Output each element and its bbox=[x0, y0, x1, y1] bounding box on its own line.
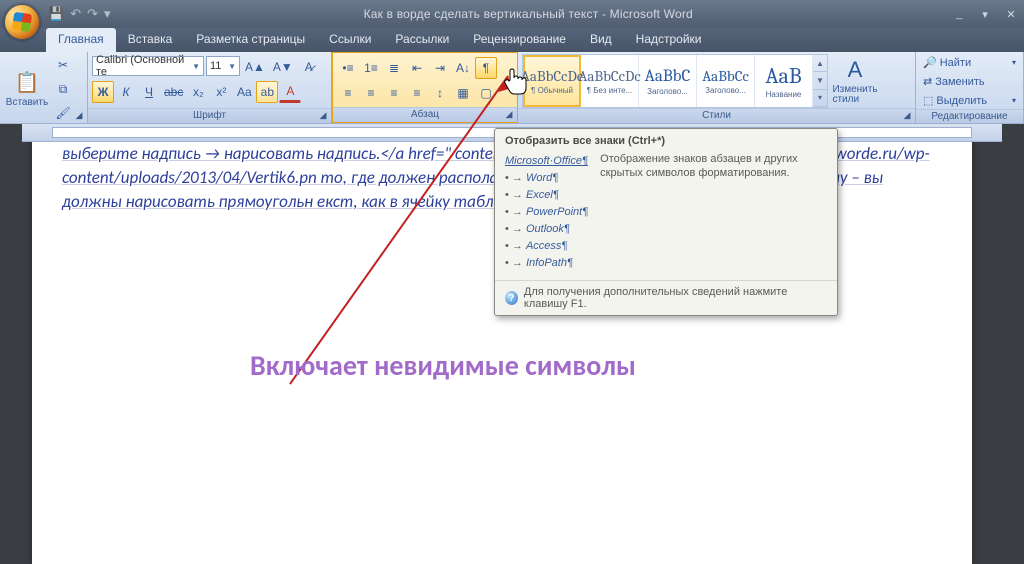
tooltip-preview-list: Microsoft·Office¶ Word¶ Excel¶ PowerPoin… bbox=[505, 152, 588, 272]
gallery-up-icon[interactable]: ▲ bbox=[813, 55, 827, 72]
window-controls: _ ▾ ✕ bbox=[946, 5, 1024, 23]
qat-undo-icon[interactable]: ↶ bbox=[70, 6, 81, 22]
font-dialog-launcher[interactable]: ◢ bbox=[317, 110, 329, 122]
minimize-button[interactable]: _ bbox=[946, 5, 972, 23]
ribbon-toggle-button[interactable]: ▾ bbox=[972, 5, 998, 23]
tab-insert[interactable]: Вставка bbox=[116, 28, 185, 52]
find-button[interactable]: 🔎Найти▾ bbox=[920, 54, 1019, 71]
quick-access-toolbar: 💾 ↶ ↷ ▾ bbox=[48, 6, 111, 22]
decrease-indent-button[interactable]: ⇤ bbox=[406, 57, 428, 79]
font-name-combo[interactable]: Calibri (Основной те▼ bbox=[92, 56, 204, 76]
style-heading2[interactable]: AaBbCcЗаголово... bbox=[697, 55, 755, 107]
group-editing-label: Редактирование bbox=[916, 109, 1023, 123]
paste-button[interactable]: 📋 Вставить bbox=[4, 62, 50, 116]
clipboard-icon: 📋 bbox=[15, 70, 40, 95]
styles-gallery[interactable]: AaBbCcDc¶ Обычный AaBbCcDc¶ Без инте... … bbox=[522, 54, 828, 108]
brush-icon: 🖌 bbox=[55, 106, 70, 120]
window-title: Как в ворде сделать вертикальный текст -… bbox=[111, 7, 946, 21]
cursor-icon: ⬚ bbox=[923, 94, 933, 107]
style-heading1[interactable]: AaBbCЗаголово... bbox=[639, 55, 697, 107]
underline-button[interactable]: Ч bbox=[138, 81, 160, 103]
sort-button[interactable]: A↓ bbox=[452, 57, 474, 79]
increase-indent-button[interactable]: ⇥ bbox=[429, 57, 451, 79]
binoculars-icon: 🔎 bbox=[923, 56, 937, 69]
subscript-button[interactable]: x₂ bbox=[187, 81, 209, 103]
font-name-value: Calibri (Основной те bbox=[96, 54, 189, 78]
font-color-button[interactable]: A bbox=[279, 81, 301, 103]
select-button[interactable]: ⬚Выделить▾ bbox=[920, 92, 1019, 109]
titlebar: 💾 ↶ ↷ ▾ Как в ворде сделать вертикальный… bbox=[0, 0, 1024, 28]
shading-button[interactable]: ▦ bbox=[452, 82, 474, 104]
gallery-scroll: ▲ ▼ ▾ bbox=[813, 55, 827, 107]
change-case-button[interactable]: Aa bbox=[233, 81, 255, 103]
help-icon: ? bbox=[505, 291, 518, 305]
highlight-button[interactable]: ab bbox=[256, 81, 278, 103]
paste-label: Вставить bbox=[6, 97, 48, 108]
replace-icon: ⇄ bbox=[923, 75, 932, 88]
show-hide-marks-button[interactable]: ¶ bbox=[475, 57, 497, 79]
qat-save-icon[interactable]: 💾 bbox=[48, 6, 64, 22]
strikethrough-button[interactable]: abc bbox=[161, 81, 186, 103]
scissors-icon: ✂ bbox=[58, 58, 68, 72]
multilevel-list-button[interactable]: ≣ bbox=[383, 57, 405, 79]
ribbon: 📋 Вставить ✂ ⧉ 🖌 Буфер обмена ◢ Calibri … bbox=[0, 52, 1024, 124]
align-left-button[interactable]: ≡ bbox=[337, 82, 359, 104]
paragraph-dialog-launcher[interactable]: ◢ bbox=[503, 109, 515, 121]
justify-button[interactable]: ≡ bbox=[406, 82, 428, 104]
numbering-button[interactable]: 1≡ bbox=[360, 57, 382, 79]
copy-icon: ⧉ bbox=[59, 82, 68, 97]
close-button[interactable]: ✕ bbox=[998, 5, 1024, 23]
grow-font-button[interactable]: A▲ bbox=[242, 56, 268, 78]
replace-button[interactable]: ⇄Заменить bbox=[920, 73, 1019, 90]
bullets-button[interactable]: •≡ bbox=[337, 57, 359, 79]
group-paragraph-label: Абзац bbox=[333, 107, 517, 122]
superscript-button[interactable]: x² bbox=[210, 81, 232, 103]
font-size-value: 11 bbox=[210, 60, 221, 72]
tab-home[interactable]: Главная bbox=[46, 28, 116, 52]
style-no-spacing[interactable]: AaBbCcDc¶ Без инте... bbox=[581, 55, 639, 107]
tooltip-description: Отображение знаков абзацев и других скры… bbox=[600, 152, 827, 272]
group-font-label: Шрифт bbox=[88, 108, 331, 123]
font-size-combo[interactable]: 11 ▼ bbox=[206, 56, 240, 76]
tab-addins[interactable]: Надстройки bbox=[624, 28, 714, 52]
gallery-expand-icon[interactable]: ▾ bbox=[813, 90, 827, 107]
styles-dialog-launcher[interactable]: ◢ bbox=[901, 110, 913, 122]
align-right-button[interactable]: ≡ bbox=[383, 82, 405, 104]
tooltip-title: Отобразить все знаки (Ctrl+*) bbox=[495, 129, 837, 150]
chevron-down-icon: ▼ bbox=[228, 62, 236, 71]
style-title[interactable]: AaBНазвание bbox=[755, 55, 813, 107]
change-styles-label: Изменить стили bbox=[832, 85, 877, 105]
bold-button[interactable]: Ж bbox=[92, 81, 114, 103]
office-button[interactable] bbox=[4, 4, 40, 40]
group-styles-label: Стили bbox=[518, 108, 915, 123]
line-spacing-button[interactable]: ↕ bbox=[429, 82, 451, 104]
borders-button[interactable]: ▢ bbox=[475, 82, 497, 104]
pilcrow-tooltip: Отобразить все знаки (Ctrl+*) Microsoft·… bbox=[494, 128, 838, 316]
gallery-down-icon[interactable]: ▼ bbox=[813, 72, 827, 89]
tab-references[interactable]: Ссылки bbox=[317, 28, 383, 52]
tab-mailings[interactable]: Рассылки bbox=[383, 28, 461, 52]
copy-button[interactable]: ⧉ bbox=[52, 78, 74, 100]
change-styles-icon: A bbox=[848, 57, 863, 83]
format-painter-button[interactable]: 🖌 bbox=[52, 102, 74, 124]
ribbon-tabstrip: Главная Вставка Разметка страницы Ссылки… bbox=[0, 28, 1024, 52]
shrink-font-button[interactable]: A▼ bbox=[270, 56, 296, 78]
tab-review[interactable]: Рецензирование bbox=[461, 28, 578, 52]
tab-view[interactable]: Вид bbox=[578, 28, 624, 52]
cut-button[interactable]: ✂ bbox=[52, 54, 74, 76]
italic-button[interactable]: К bbox=[115, 81, 137, 103]
change-styles-button[interactable]: A Изменить стили bbox=[832, 54, 878, 108]
qat-redo-icon[interactable]: ↷ bbox=[87, 6, 98, 22]
align-center-button[interactable]: ≡ bbox=[360, 82, 382, 104]
office-logo-icon bbox=[12, 12, 32, 32]
clipboard-dialog-launcher[interactable]: ◢ bbox=[73, 110, 85, 122]
clear-formatting-button[interactable]: A̷ bbox=[298, 56, 320, 78]
chevron-down-icon: ▼ bbox=[192, 62, 200, 71]
style-normal[interactable]: AaBbCcDc¶ Обычный bbox=[523, 55, 581, 107]
tab-page-layout[interactable]: Разметка страницы bbox=[184, 28, 317, 52]
tooltip-help-footer: ? Для получения дополнительных сведений … bbox=[495, 280, 837, 315]
qat-customize-icon[interactable]: ▾ bbox=[104, 6, 111, 22]
